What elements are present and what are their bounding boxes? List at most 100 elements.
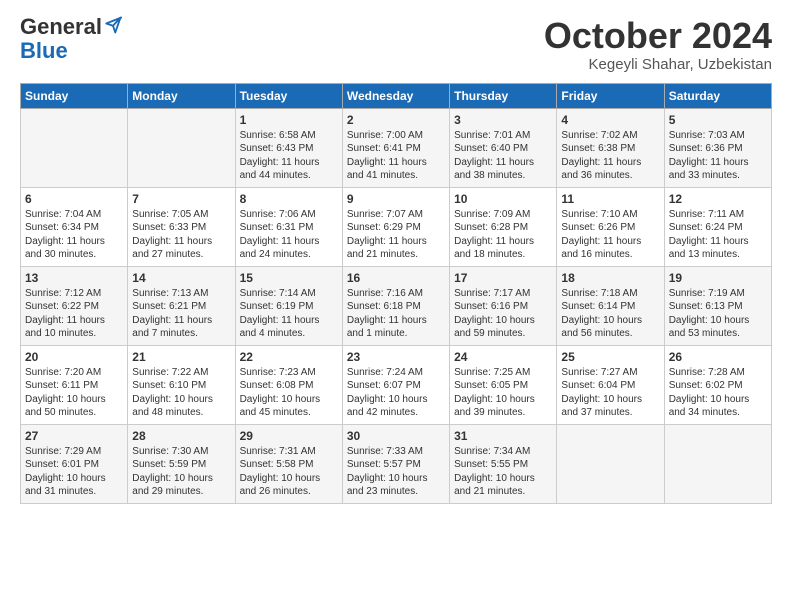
day-cell: 13Sunrise: 7:12 AM Sunset: 6:22 PM Dayli… [21,266,128,345]
day-number: 19 [669,271,767,285]
day-cell: 18 Sunrise: 7:18 AM Sunset: 6:14 PM Dayli… [557,266,664,345]
day-cell: 5 Sunrise: 7:03 AM Sunset: 6:36 PM Daylig… [664,108,771,187]
day-info: Sunrise: 7:10 AM Sunset: 6:26 PM Dayligh… [561,208,659,262]
day-number: 14 [132,271,230,285]
day-number: 23 [347,350,445,364]
day-number: 31 [454,429,552,443]
location: Kegeyli Shahar, Uzbekistan [544,56,772,73]
day-number: 30 [347,429,445,443]
day-cell: 17 Sunrise: 7:17 AM Sunset: 6:16 PM Dayli… [450,266,557,345]
day-info: Sunrise: 7:23 AM Sunset: 6:08 PM Dayligh… [240,366,338,420]
week-row-1: 1 Sunrise: 6:58 AM Sunset: 6:43 PM Daylig… [21,108,772,187]
day-info: Sunrise: 7:07 AM Sunset: 6:29 PM Dayligh… [347,208,445,262]
title-area: October 2024 Kegeyli Shahar, Uzbekistan [544,16,772,73]
day-info: Sunrise: 7:33 AM Sunset: 5:57 PM Dayligh… [347,445,445,499]
day-info: Sunrise: 7:19 AM Sunset: 6:13 PM Dayligh… [669,287,767,341]
day-info: Sunrise: 7:25 AM Sunset: 6:05 PM Dayligh… [454,366,552,420]
header-row: SundayMondayTuesdayWednesdayThursdayFrid… [21,83,772,108]
day-number: 10 [454,192,552,206]
day-number: 1 [240,113,338,127]
day-info: Sunrise: 7:28 AM Sunset: 6:02 PM Dayligh… [669,366,767,420]
day-number: 6 [25,192,123,206]
day-cell: 12 Sunrise: 7:11 AM Sunset: 6:24 PM Dayli… [664,187,771,266]
header-cell-sunday: Sunday [21,83,128,108]
day-number: 17 [454,271,552,285]
day-cell: 25Sunrise: 7:27 AM Sunset: 6:04 PM Dayli… [557,345,664,424]
day-cell: 2 Sunrise: 7:00 AM Sunset: 6:41 PM Daylig… [342,108,449,187]
day-number: 11 [561,192,659,206]
day-cell: 26 Sunrise: 7:28 AM Sunset: 6:02 PM Dayli… [664,345,771,424]
logo: General Blue [20,16,122,64]
day-cell: 3 Sunrise: 7:01 AM Sunset: 6:40 PM Daylig… [450,108,557,187]
day-info: Sunrise: 6:58 AM Sunset: 6:43 PM Dayligh… [240,129,338,183]
day-cell: 15Sunrise: 7:14 AM Sunset: 6:19 PM Dayli… [235,266,342,345]
day-cell [21,108,128,187]
day-number: 12 [669,192,767,206]
day-cell [557,424,664,503]
day-info: Sunrise: 7:17 AM Sunset: 6:16 PM Dayligh… [454,287,552,341]
day-info: Sunrise: 7:02 AM Sunset: 6:38 PM Dayligh… [561,129,659,183]
header-cell-tuesday: Tuesday [235,83,342,108]
day-number: 4 [561,113,659,127]
header: General Blue October 2024 Kegeyli Shahar… [20,16,772,73]
day-number: 29 [240,429,338,443]
day-cell: 16Sunrise: 7:16 AM Sunset: 6:18 PM Dayli… [342,266,449,345]
day-cell: 30 Sunrise: 7:33 AM Sunset: 5:57 PM Dayli… [342,424,449,503]
day-cell: 23Sunrise: 7:24 AM Sunset: 6:07 PM Dayli… [342,345,449,424]
day-number: 18 [561,271,659,285]
day-cell: 9 Sunrise: 7:07 AM Sunset: 6:29 PM Daylig… [342,187,449,266]
day-info: Sunrise: 7:09 AM Sunset: 6:28 PM Dayligh… [454,208,552,262]
day-cell: 14Sunrise: 7:13 AM Sunset: 6:21 PM Dayli… [128,266,235,345]
day-number: 15 [240,271,338,285]
day-cell: 6Sunrise: 7:04 AM Sunset: 6:34 PM Daylig… [21,187,128,266]
day-cell: 29Sunrise: 7:31 AM Sunset: 5:58 PM Dayli… [235,424,342,503]
day-info: Sunrise: 7:01 AM Sunset: 6:40 PM Dayligh… [454,129,552,183]
logo-general-text: General [20,16,102,38]
day-cell: 27 Sunrise: 7:29 AM Sunset: 6:01 PM Dayli… [21,424,128,503]
day-number: 9 [347,192,445,206]
day-cell: 8 Sunrise: 7:06 AM Sunset: 6:31 PM Daylig… [235,187,342,266]
day-info: Sunrise: 7:22 AM Sunset: 6:10 PM Dayligh… [132,366,230,420]
day-number: 22 [240,350,338,364]
day-info: Sunrise: 7:34 AM Sunset: 5:55 PM Dayligh… [454,445,552,499]
day-number: 26 [669,350,767,364]
day-number: 7 [132,192,230,206]
day-cell: 24 Sunrise: 7:25 AM Sunset: 6:05 PM Dayli… [450,345,557,424]
header-cell-monday: Monday [128,83,235,108]
day-cell: 4 Sunrise: 7:02 AM Sunset: 6:38 PM Daylig… [557,108,664,187]
header-cell-wednesday: Wednesday [342,83,449,108]
day-info: Sunrise: 7:29 AM Sunset: 6:01 PM Dayligh… [25,445,123,499]
day-number: 27 [25,429,123,443]
day-number: 2 [347,113,445,127]
day-cell: 10 Sunrise: 7:09 AM Sunset: 6:28 PM Dayli… [450,187,557,266]
day-cell: 7Sunrise: 7:05 AM Sunset: 6:33 PM Daylig… [128,187,235,266]
day-info: Sunrise: 7:03 AM Sunset: 6:36 PM Dayligh… [669,129,767,183]
week-row-3: 13Sunrise: 7:12 AM Sunset: 6:22 PM Dayli… [21,266,772,345]
day-number: 24 [454,350,552,364]
day-cell: 19 Sunrise: 7:19 AM Sunset: 6:13 PM Dayli… [664,266,771,345]
day-number: 3 [454,113,552,127]
day-cell: 1 Sunrise: 6:58 AM Sunset: 6:43 PM Daylig… [235,108,342,187]
header-cell-friday: Friday [557,83,664,108]
day-info: Sunrise: 7:20 AM Sunset: 6:11 PM Dayligh… [25,366,123,420]
logo-blue-text: Blue [20,38,68,64]
day-info: Sunrise: 7:11 AM Sunset: 6:24 PM Dayligh… [669,208,767,262]
day-info: Sunrise: 7:06 AM Sunset: 6:31 PM Dayligh… [240,208,338,262]
day-cell: 11 Sunrise: 7:10 AM Sunset: 6:26 PM Dayli… [557,187,664,266]
day-number: 28 [132,429,230,443]
day-number: 8 [240,192,338,206]
calendar-table: SundayMondayTuesdayWednesdayThursdayFrid… [20,83,772,504]
day-cell: 31 Sunrise: 7:34 AM Sunset: 5:55 PM Dayli… [450,424,557,503]
day-info: Sunrise: 7:30 AM Sunset: 5:59 PM Dayligh… [132,445,230,499]
day-number: 13 [25,271,123,285]
day-cell: 28 Sunrise: 7:30 AM Sunset: 5:59 PM Dayli… [128,424,235,503]
day-cell [128,108,235,187]
week-row-2: 6Sunrise: 7:04 AM Sunset: 6:34 PM Daylig… [21,187,772,266]
day-info: Sunrise: 7:18 AM Sunset: 6:14 PM Dayligh… [561,287,659,341]
day-number: 5 [669,113,767,127]
week-row-5: 27 Sunrise: 7:29 AM Sunset: 6:01 PM Dayli… [21,424,772,503]
day-info: Sunrise: 7:27 AM Sunset: 6:04 PM Dayligh… [561,366,659,420]
day-info: Sunrise: 7:00 AM Sunset: 6:41 PM Dayligh… [347,129,445,183]
day-number: 21 [132,350,230,364]
day-cell: 20Sunrise: 7:20 AM Sunset: 6:11 PM Dayli… [21,345,128,424]
